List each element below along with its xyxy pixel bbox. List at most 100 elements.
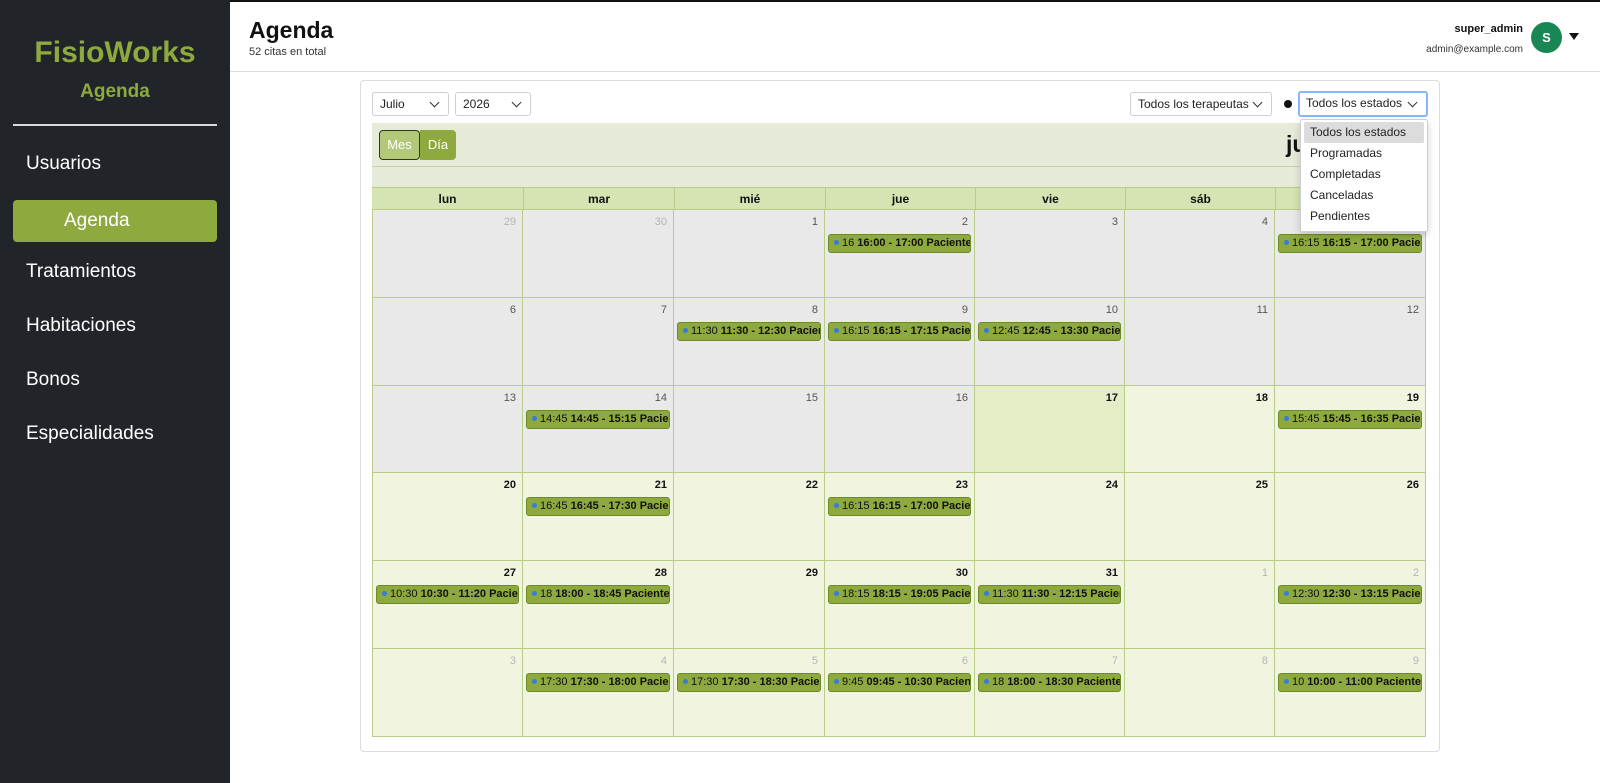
- day-cell[interactable]: 26: [1275, 473, 1426, 561]
- sidebar-item-habitaciones[interactable]: Habitaciones: [26, 315, 136, 337]
- status-option[interactable]: Pendientes: [1304, 206, 1424, 227]
- day-cell[interactable]: 9 10 10:00 - 11:00 Paciente: [1275, 649, 1426, 737]
- event-dot-icon: [683, 327, 688, 333]
- status-option[interactable]: Programadas: [1304, 143, 1424, 164]
- appointment-event[interactable]: 10:30 10:30 - 11:20 Paciente: [376, 585, 519, 604]
- day-number: 3: [509, 655, 516, 667]
- day-cell[interactable]: 4: [1125, 210, 1275, 298]
- appointment-event[interactable]: 16 16:00 - 17:00 Paciente: [828, 234, 971, 253]
- view-month-button[interactable]: Mes: [379, 130, 420, 160]
- therapist-select[interactable]: Todos los terapeutas: [1130, 92, 1272, 116]
- day-cell[interactable]: 14 14:45 14:45 - 15:15 Paciente: [523, 386, 674, 473]
- day-cell[interactable]: 6 9:45 09:45 - 10:30 Paciente: [825, 649, 975, 737]
- appointment-event[interactable]: 16:15 16:15 - 17:00 Paciente: [1278, 234, 1422, 253]
- day-cell[interactable]: 1: [1125, 561, 1275, 649]
- event-dot-icon: [834, 590, 839, 596]
- appointment-event[interactable]: 18:15 18:15 - 19:05 Paciente: [828, 585, 971, 604]
- day-cell[interactable]: 18: [1125, 386, 1275, 473]
- day-cell[interactable]: 19 15:45 15:45 - 16:35 Paciente: [1275, 386, 1426, 473]
- chevron-down-icon: [1407, 97, 1418, 108]
- sidebar-item-usuarios[interactable]: Usuarios: [26, 153, 101, 175]
- month-select[interactable]: Julio: [372, 92, 449, 116]
- day-cell[interactable]: 22: [674, 473, 825, 561]
- day-number: 29: [503, 216, 516, 228]
- appointment-event[interactable]: 17:30 17:30 - 18:00 Paciente: [526, 673, 670, 692]
- event-time: 16:15: [842, 325, 873, 337]
- day-cell[interactable]: 4 17:30 17:30 - 18:00 Paciente: [523, 649, 674, 737]
- day-cell[interactable]: 20: [372, 473, 523, 561]
- day-cell[interactable]: 23 16:15 16:15 - 17:00 Paciente: [825, 473, 975, 561]
- day-cell[interactable]: 24: [975, 473, 1125, 561]
- appointment-event[interactable]: 17:30 17:30 - 18:30 Paciente: [677, 673, 821, 692]
- view-day-button[interactable]: Día: [420, 130, 456, 160]
- day-cell[interactable]: 17: [975, 386, 1125, 473]
- year-select[interactable]: 2026: [455, 92, 531, 116]
- status-select[interactable]: Todos los estados: [1298, 91, 1428, 117]
- day-cell[interactable]: 21 16:45 16:45 - 17:30 Paciente: [523, 473, 674, 561]
- day-cell[interactable]: 1: [674, 210, 825, 298]
- appointment-event[interactable]: 16:15 16:15 - 17:15 Paciente: [828, 322, 971, 341]
- event-title: 17:30 - 18:30 Paciente: [721, 676, 820, 688]
- day-cell[interactable]: 7: [523, 298, 674, 386]
- day-cell[interactable]: 2 16 16:00 - 17:00 Paciente: [825, 210, 975, 298]
- day-cell[interactable]: 7 18 18:00 - 18:30 Paciente: [975, 649, 1125, 737]
- event-dot-icon: [532, 678, 537, 684]
- day-cell[interactable]: 8 11:30 11:30 - 12:30 Paciente: [674, 298, 825, 386]
- calendar-toolbar: [372, 123, 1426, 167]
- day-cell[interactable]: 10 12:45 12:45 - 13:30 Paciente: [975, 298, 1125, 386]
- day-cell[interactable]: 16: [825, 386, 975, 473]
- day-number: 19: [1406, 392, 1419, 404]
- day-cell[interactable]: 29: [372, 210, 523, 298]
- appointment-event[interactable]: 9:45 09:45 - 10:30 Paciente: [828, 673, 971, 692]
- day-cell[interactable]: 29: [674, 561, 825, 649]
- day-cell[interactable]: 3: [372, 649, 523, 737]
- appointment-event[interactable]: 18 18:00 - 18:30 Paciente: [978, 673, 1121, 692]
- sidebar-item-agenda[interactable]: Agenda: [13, 200, 217, 242]
- event-title: 18:00 - 18:45 Paciente: [555, 588, 670, 600]
- day-cell[interactable]: 3: [975, 210, 1125, 298]
- user-email: admin@example.com: [1426, 44, 1523, 55]
- day-cell[interactable]: 11: [1125, 298, 1275, 386]
- avatar[interactable]: S: [1531, 22, 1562, 53]
- appointment-event[interactable]: 16:15 16:15 - 17:00 Paciente: [828, 497, 971, 516]
- day-number: 16: [955, 392, 968, 404]
- event-title: 12:30 - 13:15 Paciente: [1322, 588, 1421, 600]
- caret-down-icon[interactable]: [1569, 33, 1579, 40]
- appointment-event[interactable]: 10 10:00 - 11:00 Paciente: [1278, 673, 1422, 692]
- appointment-event[interactable]: 12:30 12:30 - 13:15 Paciente: [1278, 585, 1422, 604]
- appointment-event[interactable]: 11:30 11:30 - 12:30 Paciente: [677, 322, 821, 341]
- day-cell[interactable]: 2 12:30 12:30 - 13:15 Paciente: [1275, 561, 1426, 649]
- weekday-header-2: mié: [674, 188, 825, 210]
- chevron-down-icon: [511, 97, 522, 108]
- day-cell[interactable]: 28 18 18:00 - 18:45 Paciente: [523, 561, 674, 649]
- day-cell[interactable]: 27 10:30 10:30 - 11:20 Paciente: [372, 561, 523, 649]
- sidebar-item-tratamientos[interactable]: Tratamientos: [26, 261, 136, 283]
- appointment-event[interactable]: 12:45 12:45 - 13:30 Paciente: [978, 322, 1121, 341]
- appointment-event[interactable]: 14:45 14:45 - 15:15 Paciente: [526, 410, 670, 429]
- appointment-event[interactable]: 11:30 11:30 - 12:15 Paciente: [978, 585, 1121, 604]
- appointment-event[interactable]: 18 18:00 - 18:45 Paciente: [526, 585, 670, 604]
- event-dot-icon: [532, 590, 537, 596]
- sidebar-item-especialidades[interactable]: Especialidades: [26, 423, 154, 445]
- day-cell[interactable]: 15: [674, 386, 825, 473]
- event-dot-icon: [683, 678, 688, 684]
- sidebar-item-bonos[interactable]: Bonos: [26, 369, 80, 391]
- day-cell[interactable]: 30: [523, 210, 674, 298]
- day-cell[interactable]: 13: [372, 386, 523, 473]
- day-cell[interactable]: 8: [1125, 649, 1275, 737]
- day-cell[interactable]: 30 18:15 18:15 - 19:05 Paciente: [825, 561, 975, 649]
- appointment-event[interactable]: 16:45 16:45 - 17:30 Paciente: [526, 497, 670, 516]
- day-cell[interactable]: 6: [372, 298, 523, 386]
- status-option[interactable]: Todos los estados: [1304, 122, 1424, 143]
- day-cell[interactable]: 5 17:30 17:30 - 18:30 Paciente: [674, 649, 825, 737]
- status-option[interactable]: Canceladas: [1304, 185, 1424, 206]
- year-select-value: 2026: [463, 97, 490, 111]
- event-time: 17:30: [540, 676, 571, 688]
- day-cell[interactable]: 9 16:15 16:15 - 17:15 Paciente: [825, 298, 975, 386]
- day-cell[interactable]: 25: [1125, 473, 1275, 561]
- event-dot-icon: [834, 678, 839, 684]
- status-option[interactable]: Completadas: [1304, 164, 1424, 185]
- day-cell[interactable]: 31 11:30 11:30 - 12:15 Paciente: [975, 561, 1125, 649]
- appointment-event[interactable]: 15:45 15:45 - 16:35 Paciente: [1278, 410, 1422, 429]
- day-cell[interactable]: 12: [1275, 298, 1426, 386]
